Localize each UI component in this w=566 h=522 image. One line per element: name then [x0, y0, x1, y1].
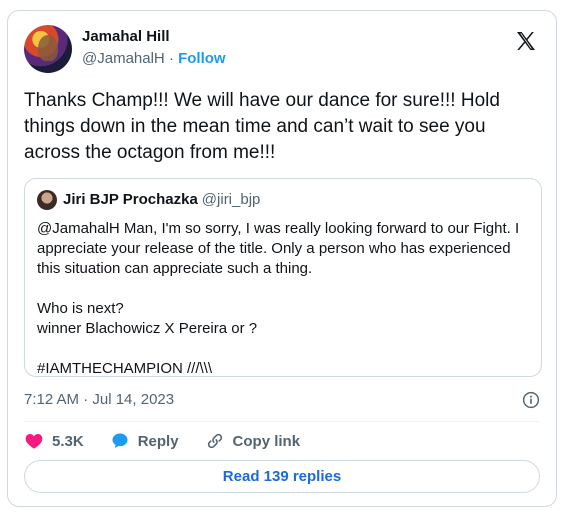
- info-icon[interactable]: [522, 391, 540, 409]
- x-logo-icon[interactable]: [514, 29, 538, 53]
- like-button[interactable]: 5.3K: [24, 431, 84, 451]
- quoted-author-avatar: [37, 190, 57, 210]
- quoted-tweet[interactable]: Jiri BJP Prochazka @jiri_bjp @JamahalH Ma…: [24, 178, 542, 377]
- tweet-text: Thanks Champ!!! We will have our dance f…: [24, 90, 500, 163]
- divider: [24, 421, 540, 422]
- reply-button[interactable]: Reply: [110, 431, 179, 451]
- author-handle[interactable]: @JamahalH: [82, 50, 165, 67]
- read-replies-button[interactable]: Read 139 replies: [24, 460, 540, 493]
- separator-dot: ·: [168, 50, 174, 67]
- author-avatar[interactable]: [24, 25, 72, 73]
- tweet-timestamp[interactable]: 7:12 AM · Jul 14, 2023: [24, 391, 174, 408]
- copy-link-button[interactable]: Copy link: [205, 431, 301, 451]
- tweet-header: Jamahal Hill @JamahalH · Follow: [24, 25, 540, 73]
- quoted-author-handle: @jiri_bjp: [201, 191, 261, 208]
- author-handle-row: @JamahalH · Follow: [82, 50, 226, 67]
- quoted-author-name: Jiri BJP Prochazka: [63, 191, 198, 208]
- quoted-tweet-text: @JamahalH Man, I'm so sorry, I was reall…: [37, 220, 520, 377]
- reply-label: Reply: [137, 432, 179, 450]
- like-count: 5.3K: [52, 432, 84, 450]
- follow-button[interactable]: Follow: [178, 50, 226, 67]
- tweet-actions: 5.3K Reply Copy link: [24, 429, 326, 453]
- link-icon: [207, 433, 222, 449]
- heart-icon: [25, 434, 43, 449]
- author-name[interactable]: Jamahal Hill: [82, 28, 170, 45]
- speech-bubble-icon: [112, 433, 128, 448]
- quoted-author-row: Jiri BJP Prochazka @jiri_bjp: [63, 191, 260, 208]
- copy-link-label: Copy link: [232, 432, 301, 450]
- tweet-card: Jamahal Hill @JamahalH · Follow Thanks C…: [7, 10, 557, 507]
